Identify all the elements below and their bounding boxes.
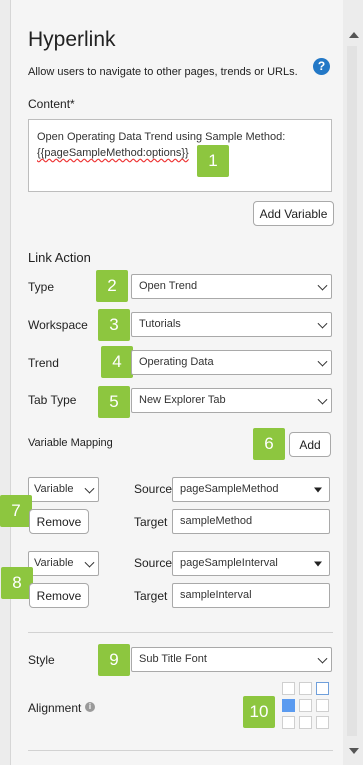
mapping-1-target-input[interactable]: sampleMethod xyxy=(172,509,330,534)
trend-label: Trend xyxy=(28,356,59,370)
style-select[interactable]: Sub Title Font xyxy=(131,647,332,672)
mapping-1-source-select[interactable]: pageSampleMethod xyxy=(172,477,330,502)
mapping-2-source-label: Source xyxy=(134,556,173,570)
style-label: Style xyxy=(28,653,55,667)
caret-down-icon xyxy=(314,561,322,566)
mapping-1-source-label: Source xyxy=(134,482,173,496)
add-variable-button[interactable]: Add Variable xyxy=(253,201,334,226)
tab-type-select[interactable]: New Explorer Tab xyxy=(131,388,332,413)
panel-description: Allow users to navigate to other pages, … xyxy=(28,66,298,78)
scroll-thumb[interactable] xyxy=(347,46,357,736)
mapping-2-target-value: sampleInterval xyxy=(180,589,252,601)
variable-mapping-label: Variable Mapping xyxy=(28,437,113,449)
info-icon[interactable]: i xyxy=(85,702,95,712)
type-select-value: Open Trend xyxy=(139,280,198,292)
align-top-left[interactable] xyxy=(282,682,295,695)
mapping-1-source-value: pageSampleMethod xyxy=(180,483,279,495)
chevron-down-icon xyxy=(317,318,328,329)
mapping-1-kind-value: Variable xyxy=(34,483,74,495)
caret-down-icon xyxy=(314,487,322,492)
callout-badge-9: 9 xyxy=(98,644,130,676)
content-textarea[interactable]: Open Operating Data Trend using Sample M… xyxy=(28,119,332,192)
callout-badge-4: 4 xyxy=(101,346,133,378)
mapping-2-kind-select[interactable]: Variable xyxy=(28,551,99,576)
section-divider xyxy=(28,632,333,633)
type-label: Type xyxy=(28,280,55,294)
add-mapping-button[interactable]: Add xyxy=(289,432,331,457)
mapping-2-source-value: pageSampleInterval xyxy=(180,557,278,569)
tab-type-select-value: New Explorer Tab xyxy=(139,394,226,406)
chevron-down-icon xyxy=(84,557,95,568)
mapping-1-remove-button[interactable]: Remove xyxy=(29,509,89,534)
help-icon[interactable]: ? xyxy=(313,58,330,75)
trend-select-value: Operating Data xyxy=(139,356,214,368)
chevron-down-icon xyxy=(84,483,95,494)
style-select-value: Sub Title Font xyxy=(139,653,207,665)
content-line-2: {{pageSampleMethod:options}} xyxy=(37,147,189,159)
workspace-label: Workspace xyxy=(28,318,88,332)
callout-badge-5: 5 xyxy=(98,386,130,418)
section-divider-bottom xyxy=(28,750,333,751)
tab-type-label: Tab Type xyxy=(28,393,77,407)
workspace-select[interactable]: Tutorials xyxy=(131,312,332,337)
alignment-label: Alignment xyxy=(28,701,82,715)
callout-badge-10: 10 xyxy=(243,696,275,728)
content-line-1: Open Operating Data Trend using Sample M… xyxy=(37,131,286,143)
mapping-1-kind-select[interactable]: Variable xyxy=(28,477,99,502)
scroll-down-arrow-icon[interactable] xyxy=(349,748,359,754)
align-bottom-center[interactable] xyxy=(299,716,312,729)
link-action-title: Link Action xyxy=(28,250,91,265)
mapping-1-target-label: Target xyxy=(134,515,168,529)
panel-title: Hyperlink xyxy=(28,28,116,51)
workspace-select-value: Tutorials xyxy=(139,318,181,330)
chevron-down-icon xyxy=(317,280,328,291)
align-middle-right[interactable] xyxy=(316,699,329,712)
scroll-up-arrow-icon[interactable] xyxy=(349,32,359,38)
align-middle-center[interactable] xyxy=(299,699,312,712)
callout-badge-7: 7 xyxy=(0,495,32,527)
mapping-2-target-input[interactable]: sampleInterval xyxy=(172,583,330,608)
callout-badge-3: 3 xyxy=(98,309,130,341)
chevron-down-icon xyxy=(317,356,328,367)
mapping-2-target-label: Target xyxy=(134,589,168,603)
chevron-down-icon xyxy=(317,653,328,664)
align-top-right[interactable] xyxy=(316,682,329,695)
trend-select[interactable]: Operating Data xyxy=(131,350,332,375)
alignment-grid xyxy=(282,682,330,730)
callout-badge-1: 1 xyxy=(197,145,229,177)
align-bottom-right[interactable] xyxy=(316,716,329,729)
align-top-center[interactable] xyxy=(299,682,312,695)
mapping-2-source-select[interactable]: pageSampleInterval xyxy=(172,551,330,576)
mapping-2-remove-button[interactable]: Remove xyxy=(29,583,89,608)
align-bottom-left[interactable] xyxy=(282,716,295,729)
callout-badge-6: 6 xyxy=(253,428,285,460)
type-select[interactable]: Open Trend xyxy=(131,274,332,299)
vertical-scrollbar[interactable] xyxy=(343,0,363,765)
mapping-1-target-value: sampleMethod xyxy=(180,515,253,527)
align-middle-left[interactable] xyxy=(282,699,295,712)
chevron-down-icon xyxy=(317,394,328,405)
content-label: Content* xyxy=(28,97,75,111)
callout-badge-2: 2 xyxy=(96,270,128,302)
mapping-2-kind-value: Variable xyxy=(34,557,74,569)
